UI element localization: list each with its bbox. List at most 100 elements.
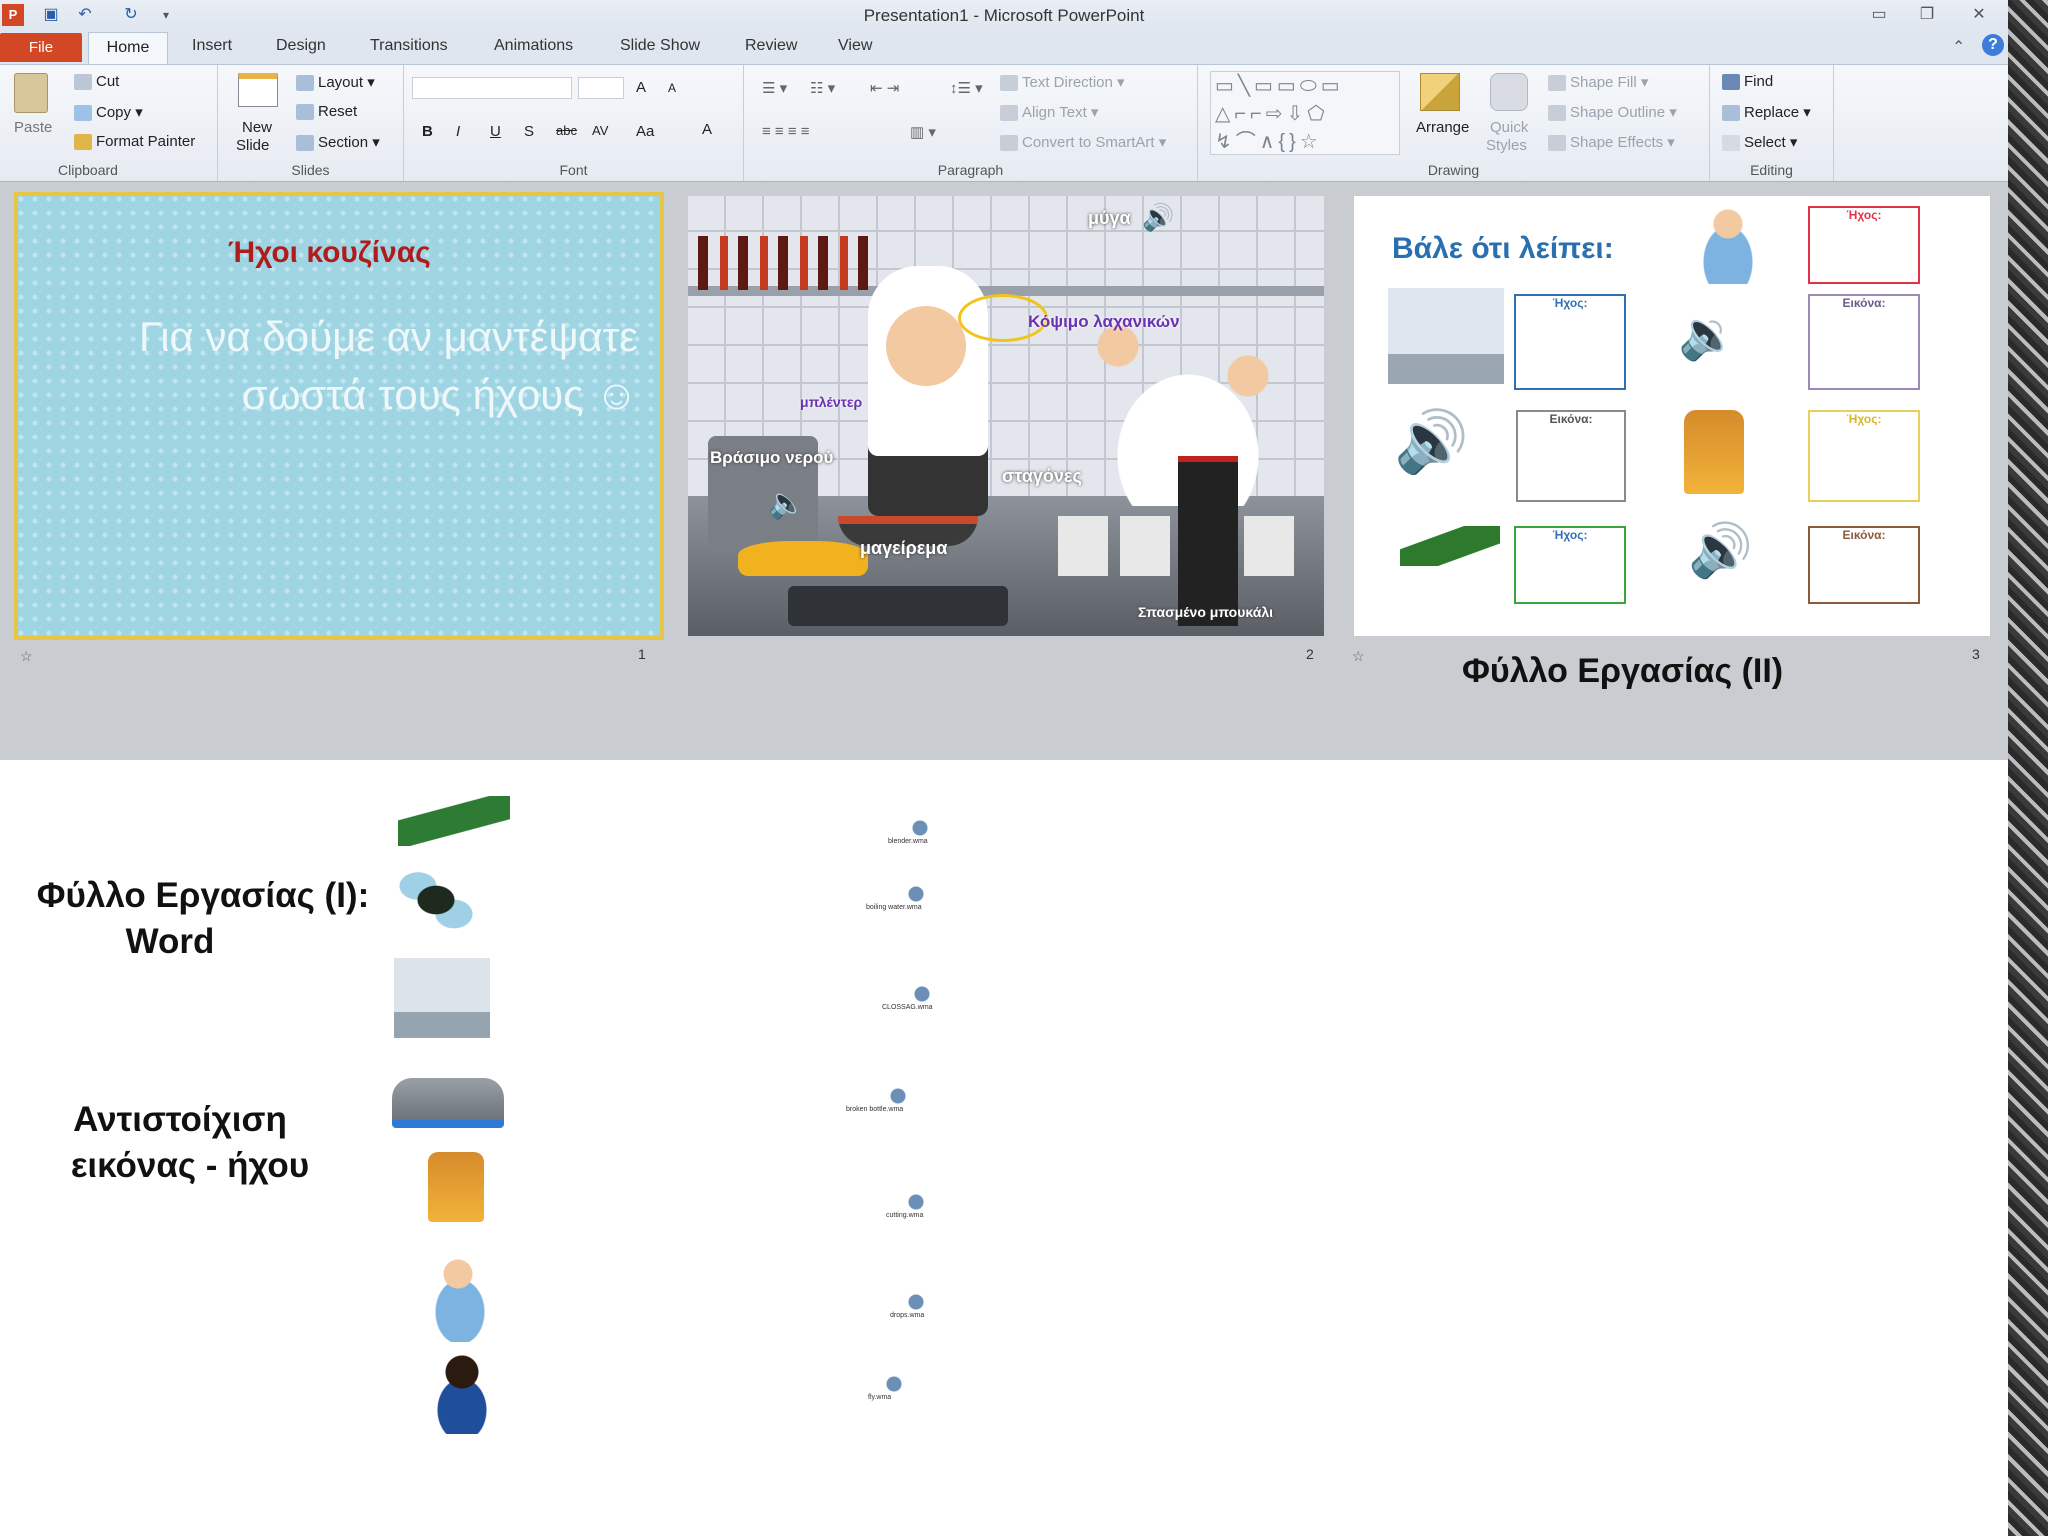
columns-button[interactable]: ▥ ▾ xyxy=(910,123,936,141)
grow-font-button[interactable]: A xyxy=(636,79,646,96)
audio-file-icon[interactable] xyxy=(902,814,938,840)
audio-file-icon[interactable] xyxy=(898,1288,934,1314)
copy-button[interactable]: Copy ▾ xyxy=(74,103,143,122)
audio-file-icon[interactable] xyxy=(898,880,934,906)
audio-file-icon[interactable] xyxy=(898,1188,934,1214)
select-button[interactable]: Select ▾ xyxy=(1722,133,1797,152)
tab-slide-show[interactable]: Slide Show xyxy=(620,37,700,55)
quick-styles-button[interactable]: Quick xyxy=(1490,119,1528,136)
drawing-label: Drawing xyxy=(1427,162,1480,178)
speaker-icon-2[interactable]: 🔊 xyxy=(1142,202,1174,233)
ribbon: Paste Cut Copy ▾ Format Painter Clipboar… xyxy=(0,64,2008,182)
font-color-button[interactable]: A xyxy=(702,121,712,138)
speaker-icon[interactable]: 🔈 xyxy=(768,486,805,521)
drawing-group: ▭╲▭▭⬭▭ △⌐⌐⇨⇩⬠ ↯⌒∧{}☆ Arrange Quick Styles … xyxy=(1198,65,1710,181)
quick-styles-icon[interactable] xyxy=(1490,73,1528,111)
align-text-button[interactable]: Align Text ▾ xyxy=(1000,103,1098,122)
speaker-gray-icon[interactable]: 🔉 xyxy=(1678,306,1738,363)
broken-bottle-image-2 xyxy=(398,796,510,846)
answer-box-image-3[interactable]: Εικόνα: xyxy=(1808,526,1920,604)
audio-caption-6: drops.wma xyxy=(890,1312,925,1319)
change-case-button[interactable]: Aa xyxy=(636,123,654,140)
pen-icon xyxy=(1548,105,1566,122)
slide-thumbnail-3[interactable]: Βάλε ότι λείπει: Ήχος: Ήχος: 🔉 Εικόνα: 🔊… xyxy=(1354,196,1990,636)
bold-button[interactable]: B xyxy=(422,123,433,140)
font-name-select[interactable] xyxy=(412,77,572,99)
answer-box-image-1[interactable]: Εικόνα: xyxy=(1808,294,1920,390)
format-painter-button[interactable]: Format Painter xyxy=(74,133,195,151)
slide1-title: Ήχοι κουζίνας xyxy=(228,236,431,269)
shapes-gallery[interactable]: ▭╲▭▭⬭▭ △⌐⌐⇨⇩⬠ ↯⌒∧{}☆ xyxy=(1210,71,1400,155)
section-button[interactable]: Section ▾ xyxy=(296,133,380,152)
transition-star-icon-3: ☆ xyxy=(1352,648,1365,664)
answer-box-sound-1[interactable]: Ήχος: xyxy=(1808,206,1920,284)
shape-fill-button[interactable]: Shape Fill ▾ xyxy=(1548,73,1648,92)
slides-label: Slides xyxy=(291,162,330,178)
slide-number-2: 2 xyxy=(1306,646,1314,662)
line-spacing-button[interactable]: ↕☰ ▾ xyxy=(950,79,983,97)
strikethrough-button[interactable]: abc xyxy=(556,123,577,138)
tab-file[interactable]: File xyxy=(0,33,82,62)
cook-figure-image xyxy=(1688,204,1768,284)
answer-box-image-2[interactable]: Εικόνα: xyxy=(1516,410,1626,502)
audio-file-icon[interactable] xyxy=(904,980,940,1006)
close-button[interactable]: ✕ xyxy=(1964,4,1994,26)
layout-button[interactable]: Layout ▾ xyxy=(296,73,375,92)
new-slide-label-2: Slide xyxy=(236,137,270,154)
restore-button[interactable]: ❐ xyxy=(1912,4,1942,26)
label-cooking: μαγείρεμα xyxy=(860,538,948,558)
clipboard-group: Paste Cut Copy ▾ Format Painter Clipboar… xyxy=(0,65,218,181)
new-slide-icon[interactable] xyxy=(238,73,278,107)
paste-icon[interactable] xyxy=(14,73,48,113)
convert-smartart-button[interactable]: Convert to SmartArt ▾ xyxy=(1000,133,1166,152)
new-slide-button[interactable]: New xyxy=(242,119,272,136)
help-icon[interactable]: ? xyxy=(1982,34,2004,56)
shape-outline-button[interactable]: Shape Outline ▾ xyxy=(1548,103,1677,122)
answer-box-sound-4[interactable]: Ήχος: xyxy=(1514,526,1626,604)
minimize-ribbon-icon[interactable]: ⌃ xyxy=(1952,37,1965,57)
paste-button[interactable]: Paste xyxy=(14,119,52,136)
tab-animations[interactable]: Animations xyxy=(494,37,573,55)
char-spacing-button[interactable]: AV xyxy=(592,123,608,138)
tab-home[interactable]: Home xyxy=(88,32,168,64)
replace-button[interactable]: Replace ▾ xyxy=(1722,103,1811,122)
font-size-select[interactable] xyxy=(578,77,624,99)
editing-group: Find Replace ▾ Select ▾ Editing xyxy=(1710,65,1834,181)
slide-thumbnail-2[interactable]: 🔈 🔊 μύγα Κόψιμο λαχανικών μπλέντερ Βράσι… xyxy=(688,196,1324,636)
audio-file-icon[interactable] xyxy=(876,1370,912,1396)
strike-button[interactable]: S xyxy=(524,123,534,140)
audio-file-icon[interactable] xyxy=(880,1082,916,1108)
tab-transitions[interactable]: Transitions xyxy=(370,37,448,55)
effects-icon xyxy=(1548,135,1566,152)
cut-button[interactable]: Cut xyxy=(74,73,119,91)
slide-thumbnail-1[interactable]: Ήχοι κουζίνας Για να δούμε αν μαντέψατε … xyxy=(14,192,664,640)
slide3-title: Βάλε ότι λείπει: xyxy=(1392,232,1614,265)
minimize-button[interactable]: ▭ xyxy=(1864,4,1894,26)
speaker-pink-icon[interactable]: 🔊 xyxy=(1394,406,1469,477)
shape-effects-button[interactable]: Shape Effects ▾ xyxy=(1548,133,1675,152)
bottles-image xyxy=(698,236,868,290)
shrink-font-button[interactable]: A xyxy=(668,81,676,95)
numbering-button[interactable]: ☷ ▾ xyxy=(810,79,835,97)
slides-group: New Slide Layout ▾ Reset Section ▾ Slide… xyxy=(218,65,404,181)
find-button[interactable]: Find xyxy=(1722,73,1773,91)
tab-design[interactable]: Design xyxy=(276,37,326,55)
speaker-tan-icon[interactable]: 🔊 xyxy=(1688,520,1753,581)
tab-view[interactable]: View xyxy=(838,37,872,55)
italic-button[interactable]: I xyxy=(456,123,460,140)
arrange-icon[interactable] xyxy=(1420,73,1460,111)
tab-review[interactable]: Review xyxy=(745,37,797,55)
label-bottle: Σπασμένο μπουκάλι xyxy=(1138,604,1274,620)
answer-box-sound-3[interactable]: Ήχος: xyxy=(1808,410,1920,502)
reset-button[interactable]: Reset xyxy=(296,103,357,121)
underline-button[interactable]: U xyxy=(490,123,501,140)
boiling-pot-image xyxy=(1388,288,1504,384)
indent-buttons[interactable]: ⇤ ⇥ xyxy=(870,79,899,97)
label-blender: μπλέντερ xyxy=(800,394,863,410)
align-buttons[interactable]: ≡ ≡ ≡ ≡ xyxy=(762,123,810,140)
text-direction-button[interactable]: Text Direction ▾ xyxy=(1000,73,1125,92)
bullets-button[interactable]: ☰ ▾ xyxy=(762,79,787,97)
answer-box-sound-2[interactable]: Ήχος: xyxy=(1514,294,1626,390)
arrange-button[interactable]: Arrange xyxy=(1416,119,1469,136)
tab-insert[interactable]: Insert xyxy=(192,37,232,55)
